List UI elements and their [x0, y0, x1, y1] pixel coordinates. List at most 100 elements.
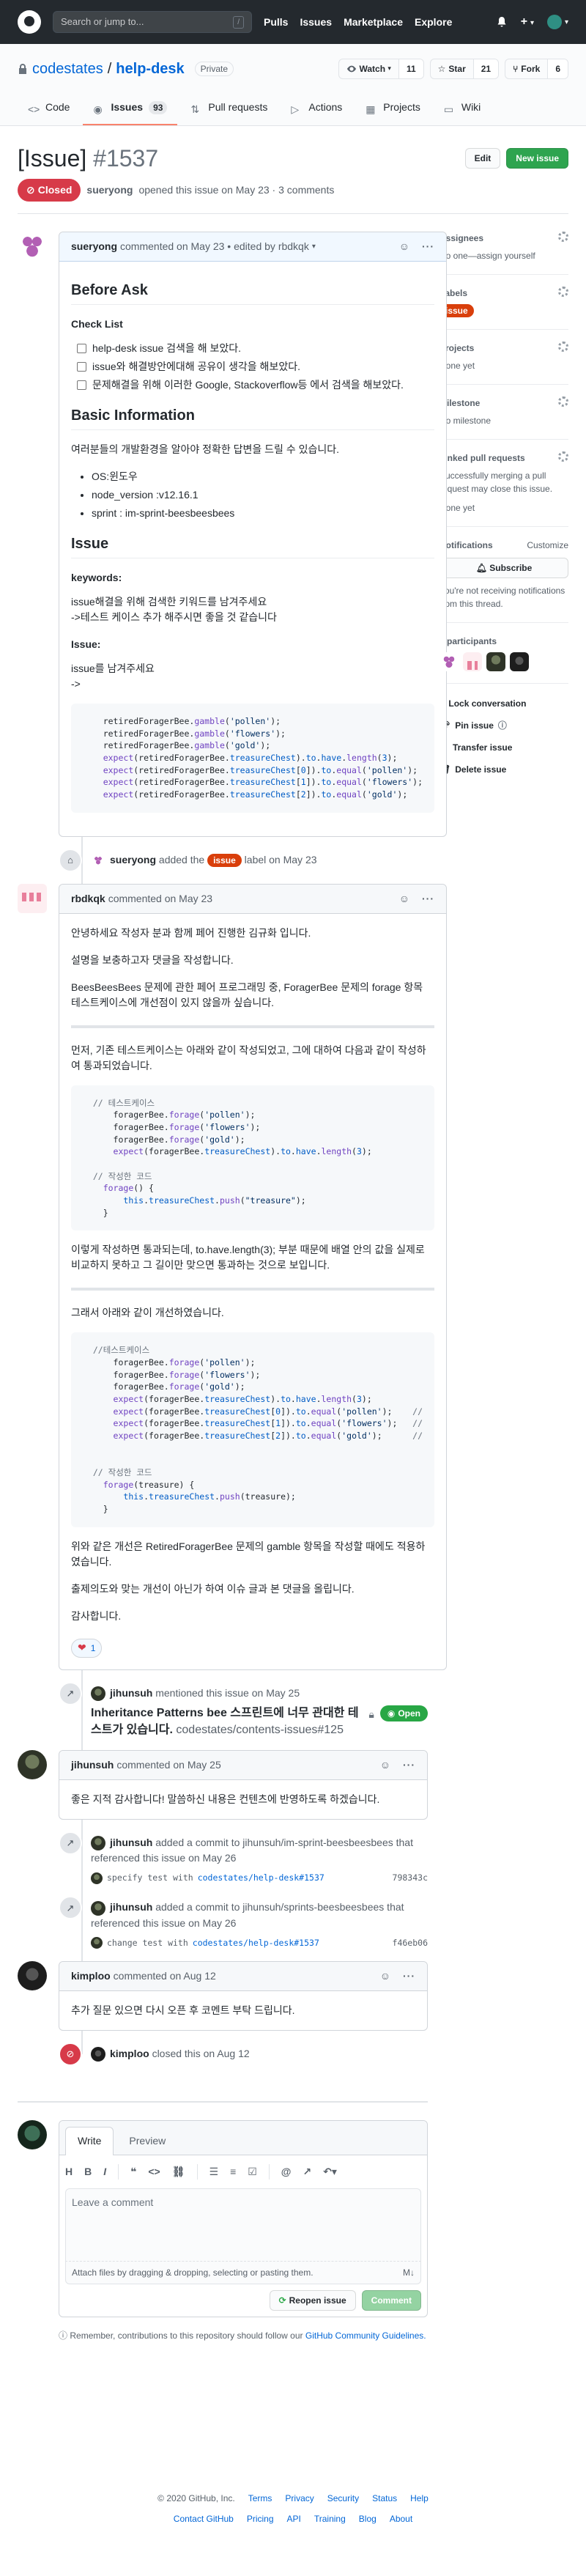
avatar[interactable]: [18, 1749, 47, 1779]
repo-name-link[interactable]: help-desk: [116, 58, 184, 80]
avatar[interactable]: [91, 1686, 105, 1702]
avatar[interactable]: [91, 2047, 105, 2062]
comment-author-link[interactable]: rbdkqk: [71, 891, 105, 907]
event-author-link[interactable]: jihunsuh: [110, 1901, 152, 1913]
tasklist-icon[interactable]: ☑: [248, 2164, 257, 2180]
footer-link-training[interactable]: Training: [314, 2512, 346, 2525]
sidebar-milestone[interactable]: Milestone No milestone: [440, 385, 568, 440]
event-author-link[interactable]: jihunsuh: [110, 1687, 152, 1699]
task-checkbox[interactable]: [77, 344, 86, 353]
commit-message[interactable]: change test with: [107, 1937, 188, 1949]
tab-preview[interactable]: Preview: [116, 2127, 178, 2155]
tab-write[interactable]: Write: [65, 2127, 114, 2155]
customize-link[interactable]: Customize: [527, 539, 568, 552]
watch-button[interactable]: Watch ▾ 11: [338, 59, 424, 79]
commit-issue-ref-link[interactable]: codestates/help-desk#1537: [198, 1872, 324, 1884]
list-ordered-icon[interactable]: ≡: [230, 2164, 236, 2180]
new-issue-button[interactable]: New issue: [506, 148, 568, 169]
nav-pulls[interactable]: Pulls: [264, 15, 288, 30]
commit-sha-link[interactable]: 798343c: [393, 1872, 428, 1884]
issue-label-badge[interactable]: issue: [207, 853, 242, 867]
sidebar-projects[interactable]: Projects None yet: [440, 330, 568, 385]
fork-count[interactable]: 6: [547, 59, 568, 78]
reply-icon[interactable]: ↶▾: [323, 2164, 337, 2180]
star-count[interactable]: 21: [472, 59, 499, 78]
search-input[interactable]: Search or jump to... /: [53, 11, 252, 33]
comment-author-link[interactable]: sueryong: [71, 239, 117, 254]
footer-link-about[interactable]: About: [390, 2512, 412, 2525]
footer-link-status[interactable]: Status: [372, 2492, 397, 2505]
repo-owner-link[interactable]: codestates: [32, 58, 103, 80]
assignees-value[interactable]: No one—assign yourself: [440, 249, 568, 262]
tab-actions[interactable]: ▷ Actions: [281, 94, 352, 125]
kebab-horizontal-icon[interactable]: ···: [403, 1968, 415, 1984]
kebab-horizontal-icon[interactable]: ···: [403, 1757, 415, 1773]
user-menu[interactable]: ▾: [546, 15, 568, 29]
edit-title-button[interactable]: Edit: [464, 148, 501, 169]
tab-code[interactable]: <> Code: [18, 94, 80, 125]
bold-icon[interactable]: B: [84, 2164, 92, 2180]
comment-meta[interactable]: commented on Aug 12: [114, 1968, 216, 1984]
pin-issue-button[interactable]: 📌︎Pin issueⓘ: [440, 715, 568, 737]
avatar[interactable]: [18, 883, 47, 913]
quote-icon[interactable]: ❝: [130, 2164, 136, 2180]
footer-link-blog[interactable]: Blog: [359, 2512, 377, 2525]
nav-explore[interactable]: Explore: [415, 15, 452, 30]
participant-avatar[interactable]: [440, 652, 459, 671]
comment-author-link[interactable]: kimploo: [71, 1968, 111, 1984]
tab-wiki[interactable]: ▭ Wiki: [434, 94, 491, 125]
participant-avatar[interactable]: [510, 652, 529, 671]
kebab-horizontal-icon[interactable]: ···: [422, 891, 434, 907]
italic-icon[interactable]: I: [103, 2164, 106, 2180]
comment-meta[interactable]: commented on May 25: [116, 1757, 220, 1773]
footer-link-api[interactable]: API: [287, 2512, 301, 2525]
gear-icon[interactable]: [558, 342, 568, 352]
tab-pull-requests[interactable]: ⇅ Pull requests: [180, 94, 278, 125]
heart-reaction-button[interactable]: ❤ 1: [71, 1638, 103, 1658]
comment-textarea[interactable]: Leave a comment: [65, 2188, 421, 2262]
link-icon[interactable]: ⛓: [172, 2164, 185, 2180]
heading-icon[interactable]: H: [65, 2164, 73, 2180]
sidebar-labels[interactable]: Labels issue: [440, 275, 568, 330]
footer-link-security[interactable]: Security: [327, 2492, 359, 2505]
footer-link-terms[interactable]: Terms: [248, 2492, 272, 2505]
sidebar-linked-prs[interactable]: Linked pull requests Successfully mergin…: [440, 440, 568, 527]
gear-icon[interactable]: [558, 396, 568, 407]
star-button[interactable]: ☆ Star 21: [429, 59, 500, 79]
fork-button[interactable]: ⑂ Fork 6: [505, 59, 568, 79]
nav-issues[interactable]: Issues: [300, 15, 332, 30]
avatar[interactable]: [18, 232, 47, 261]
event-author-link[interactable]: jihunsuh: [110, 1837, 152, 1848]
gear-icon[interactable]: [558, 232, 568, 242]
cross-reference-icon[interactable]: ↗: [303, 2164, 311, 2180]
footer-link-help[interactable]: Help: [410, 2492, 429, 2505]
kebab-horizontal-icon[interactable]: ···: [422, 239, 434, 254]
github-logo-icon[interactable]: [18, 10, 41, 34]
participant-avatar[interactable]: [463, 652, 482, 671]
avatar[interactable]: [91, 1836, 105, 1851]
chevron-down-icon[interactable]: ▾: [312, 241, 316, 252]
sidebar-assignees[interactable]: Assignees No one—assign yourself: [440, 232, 568, 275]
commit-sha-link[interactable]: f46eb06: [393, 1937, 428, 1949]
lock-conversation-button[interactable]: 🔒︎Lock conversation: [440, 693, 568, 715]
delete-issue-button[interactable]: 🗑︎Delete issue: [440, 759, 568, 780]
avatar[interactable]: [91, 1900, 105, 1916]
reopen-issue-button[interactable]: ⟳ Reopen issue: [269, 2290, 356, 2311]
gear-icon[interactable]: [558, 287, 568, 297]
avatar[interactable]: [18, 1961, 47, 1990]
comment-author-link[interactable]: jihunsuh: [71, 1757, 114, 1773]
nav-marketplace[interactable]: Marketplace: [344, 15, 403, 30]
footer-link-contact[interactable]: Contact GitHub: [174, 2512, 234, 2525]
commit-issue-ref-link[interactable]: codestates/help-desk#1537: [193, 1937, 319, 1949]
subscribe-button[interactable]: 🔔︎ Subscribe: [440, 558, 568, 578]
guidelines-link[interactable]: GitHub Community Guidelines.: [305, 2330, 426, 2341]
mention-icon[interactable]: @: [281, 2164, 292, 2180]
event-author-link[interactable]: sueryong: [110, 854, 156, 866]
participant-avatar[interactable]: [486, 652, 505, 671]
smiley-icon[interactable]: ☺: [399, 239, 410, 254]
avatar[interactable]: [91, 853, 105, 868]
list-unordered-icon[interactable]: ☰: [209, 2164, 219, 2180]
create-new-menu[interactable]: + ▾: [521, 13, 534, 31]
tab-projects[interactable]: ▦ Projects: [355, 94, 431, 125]
commit-message[interactable]: specify test with: [107, 1872, 193, 1884]
